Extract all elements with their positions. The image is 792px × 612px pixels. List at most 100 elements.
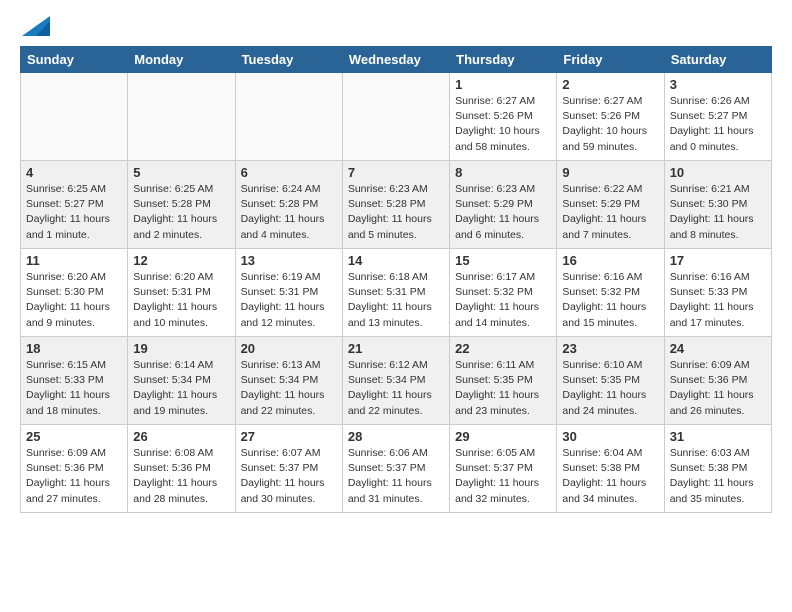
week-row-5: 25 Sunrise: 6:09 AMSunset: 5:36 PMDayligh… [21,425,772,513]
day-info: Sunrise: 6:09 AMSunset: 5:36 PMDaylight:… [670,358,766,419]
day-number: 29 [455,429,551,444]
col-header-friday: Friday [557,47,664,73]
header-row: SundayMondayTuesdayWednesdayThursdayFrid… [21,47,772,73]
day-number: 2 [562,77,658,92]
day-number: 8 [455,165,551,180]
day-number: 13 [241,253,337,268]
week-row-1: 1Sunrise: 6:27 AMSunset: 5:26 PMDaylight… [21,73,772,161]
calendar-cell: 13 Sunrise: 6:19 AMSunset: 5:31 PMDayligh… [235,249,342,337]
day-info: Sunrise: 6:23 AMSunset: 5:28 PMDaylight:… [348,182,444,243]
week-row-4: 18Sunrise: 6:15 AMSunset: 5:33 PMDayligh… [21,337,772,425]
calendar-cell: 29 Sunrise: 6:05 AMSunset: 5:37 PMDayligh… [450,425,557,513]
week-row-2: 4 Sunrise: 6:25 AMSunset: 5:27 PMDaylight… [21,161,772,249]
day-number: 1 [455,77,551,92]
col-header-tuesday: Tuesday [235,47,342,73]
calendar-table: SundayMondayTuesdayWednesdayThursdayFrid… [20,46,772,513]
calendar-cell: 22 Sunrise: 6:11 AMSunset: 5:35 PMDayligh… [450,337,557,425]
day-number: 18 [26,341,122,356]
day-number: 15 [455,253,551,268]
col-header-saturday: Saturday [664,47,771,73]
day-number: 12 [133,253,229,268]
col-header-monday: Monday [128,47,235,73]
day-number: 24 [670,341,766,356]
calendar-cell: 7 Sunrise: 6:23 AMSunset: 5:28 PMDaylight… [342,161,449,249]
col-header-sunday: Sunday [21,47,128,73]
day-number: 27 [241,429,337,444]
calendar-cell: 10 Sunrise: 6:21 AMSunset: 5:30 PMDayligh… [664,161,771,249]
day-info: Sunrise: 6:08 AMSunset: 5:36 PMDaylight:… [133,446,229,507]
calendar-cell: 5 Sunrise: 6:25 AMSunset: 5:28 PMDaylight… [128,161,235,249]
day-info: Sunrise: 6:14 AMSunset: 5:34 PMDaylight:… [133,358,229,419]
day-number: 31 [670,429,766,444]
day-info: Sunrise: 6:16 AMSunset: 5:33 PMDaylight:… [670,270,766,331]
day-info: Sunrise: 6:04 AMSunset: 5:38 PMDaylight:… [562,446,658,507]
page: SundayMondayTuesdayWednesdayThursdayFrid… [0,0,792,523]
day-number: 28 [348,429,444,444]
day-number: 7 [348,165,444,180]
calendar-cell [342,73,449,161]
calendar-cell: 2Sunrise: 6:27 AMSunset: 5:26 PMDaylight… [557,73,664,161]
day-number: 19 [133,341,229,356]
day-number: 17 [670,253,766,268]
calendar-cell: 17 Sunrise: 6:16 AMSunset: 5:33 PMDayligh… [664,249,771,337]
calendar-cell: 18Sunrise: 6:15 AMSunset: 5:33 PMDayligh… [21,337,128,425]
day-info: Sunrise: 6:17 AMSunset: 5:32 PMDaylight:… [455,270,551,331]
calendar-cell: 4 Sunrise: 6:25 AMSunset: 5:27 PMDaylight… [21,161,128,249]
calendar-cell [21,73,128,161]
day-info: Sunrise: 6:22 AMSunset: 5:29 PMDaylight:… [562,182,658,243]
calendar-cell: 26 Sunrise: 6:08 AMSunset: 5:36 PMDayligh… [128,425,235,513]
day-info: Sunrise: 6:09 AMSunset: 5:36 PMDaylight:… [26,446,122,507]
day-info: Sunrise: 6:25 AMSunset: 5:28 PMDaylight:… [133,182,229,243]
day-info: Sunrise: 6:21 AMSunset: 5:30 PMDaylight:… [670,182,766,243]
day-info: Sunrise: 6:11 AMSunset: 5:35 PMDaylight:… [455,358,551,419]
day-info: Sunrise: 6:03 AMSunset: 5:38 PMDaylight:… [670,446,766,507]
day-info: Sunrise: 6:18 AMSunset: 5:31 PMDaylight:… [348,270,444,331]
day-number: 11 [26,253,122,268]
day-info: Sunrise: 6:06 AMSunset: 5:37 PMDaylight:… [348,446,444,507]
col-header-thursday: Thursday [450,47,557,73]
day-info: Sunrise: 6:13 AMSunset: 5:34 PMDaylight:… [241,358,337,419]
day-number: 10 [670,165,766,180]
calendar-cell: 15 Sunrise: 6:17 AMSunset: 5:32 PMDayligh… [450,249,557,337]
calendar-cell: 3Sunrise: 6:26 AMSunset: 5:27 PMDaylight… [664,73,771,161]
day-info: Sunrise: 6:16 AMSunset: 5:32 PMDaylight:… [562,270,658,331]
day-info: Sunrise: 6:25 AMSunset: 5:27 PMDaylight:… [26,182,122,243]
day-number: 23 [562,341,658,356]
day-number: 30 [562,429,658,444]
day-number: 25 [26,429,122,444]
calendar-cell: 14 Sunrise: 6:18 AMSunset: 5:31 PMDayligh… [342,249,449,337]
day-number: 21 [348,341,444,356]
day-number: 22 [455,341,551,356]
header [20,16,772,36]
day-info: Sunrise: 6:20 AMSunset: 5:30 PMDaylight:… [26,270,122,331]
calendar-cell: 28 Sunrise: 6:06 AMSunset: 5:37 PMDayligh… [342,425,449,513]
calendar-cell: 16Sunrise: 6:16 AMSunset: 5:32 PMDayligh… [557,249,664,337]
day-number: 4 [26,165,122,180]
week-row-3: 11 Sunrise: 6:20 AMSunset: 5:30 PMDayligh… [21,249,772,337]
calendar-cell: 31 Sunrise: 6:03 AMSunset: 5:38 PMDayligh… [664,425,771,513]
calendar-cell [235,73,342,161]
calendar-cell: 25 Sunrise: 6:09 AMSunset: 5:36 PMDayligh… [21,425,128,513]
day-info: Sunrise: 6:05 AMSunset: 5:37 PMDaylight:… [455,446,551,507]
day-info: Sunrise: 6:12 AMSunset: 5:34 PMDaylight:… [348,358,444,419]
day-info: Sunrise: 6:24 AMSunset: 5:28 PMDaylight:… [241,182,337,243]
calendar-cell: 8Sunrise: 6:23 AMSunset: 5:29 PMDaylight… [450,161,557,249]
logo [20,16,50,36]
day-info: Sunrise: 6:20 AMSunset: 5:31 PMDaylight:… [133,270,229,331]
day-number: 20 [241,341,337,356]
calendar-cell: 24 Sunrise: 6:09 AMSunset: 5:36 PMDayligh… [664,337,771,425]
calendar-cell: 20 Sunrise: 6:13 AMSunset: 5:34 PMDayligh… [235,337,342,425]
day-number: 26 [133,429,229,444]
day-number: 14 [348,253,444,268]
day-number: 9 [562,165,658,180]
day-number: 6 [241,165,337,180]
logo-icon [22,16,50,36]
calendar-cell: 19 Sunrise: 6:14 AMSunset: 5:34 PMDayligh… [128,337,235,425]
calendar-cell: 23 Sunrise: 6:10 AMSunset: 5:35 PMDayligh… [557,337,664,425]
calendar-cell: 12 Sunrise: 6:20 AMSunset: 5:31 PMDayligh… [128,249,235,337]
day-info: Sunrise: 6:19 AMSunset: 5:31 PMDaylight:… [241,270,337,331]
calendar-cell: 21 Sunrise: 6:12 AMSunset: 5:34 PMDayligh… [342,337,449,425]
day-info: Sunrise: 6:10 AMSunset: 5:35 PMDaylight:… [562,358,658,419]
calendar-cell [128,73,235,161]
day-number: 5 [133,165,229,180]
